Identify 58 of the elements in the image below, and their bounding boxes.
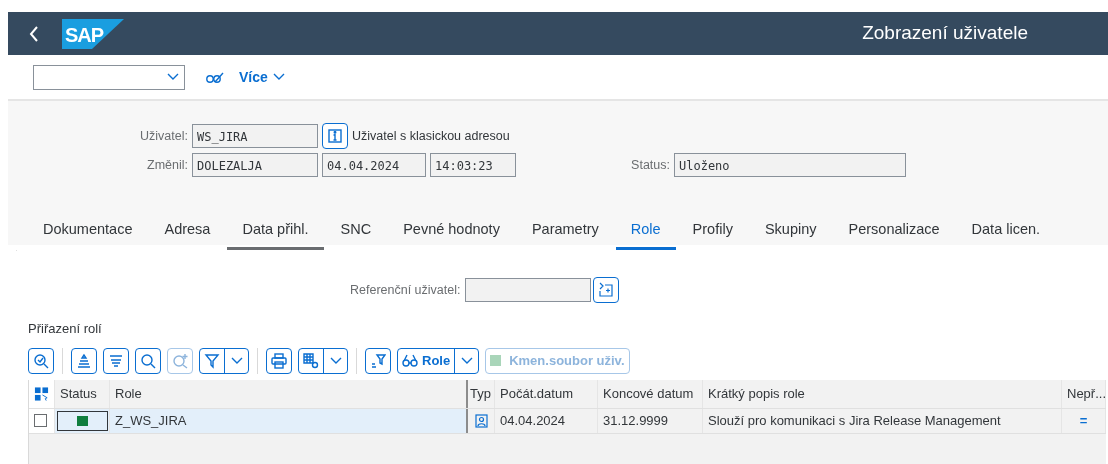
field-label: Změnil: [146, 156, 188, 174]
details-icon [33, 352, 49, 369]
sort-descending-button[interactable] [103, 347, 129, 374]
search-button[interactable] [135, 347, 161, 374]
chevron-down-icon [328, 355, 343, 366]
info-button[interactable] [322, 123, 348, 149]
tab[interactable]: SNC [325, 217, 387, 250]
date-field: 04.04.2024 [322, 153, 426, 177]
chevron-down-icon [459, 355, 474, 366]
print-button[interactable] [266, 347, 292, 374]
status-field: Uloženo [674, 153, 906, 177]
column-header[interactable]: Typ [468, 379, 495, 408]
sort-ascending-icon [76, 352, 92, 369]
search-icon [140, 352, 156, 369]
row-checkbox[interactable] [34, 414, 47, 427]
filter-settings-icon [370, 352, 386, 369]
tab[interactable]: Data licen. [956, 217, 1056, 250]
add-icon [598, 282, 615, 298]
select-layout-icon[interactable] [34, 385, 49, 402]
chevron-down-icon [166, 72, 180, 82]
back-icon [28, 24, 40, 43]
info-icon [328, 129, 342, 143]
user-field: WS_JIRA [192, 124, 318, 148]
details-button[interactable] [28, 347, 54, 374]
logo-icon: SAP [62, 18, 124, 49]
filter-icon [204, 352, 220, 369]
page-title: Zobrazení uživatele [862, 21, 1028, 46]
chevron-down-icon [271, 72, 286, 82]
back-button[interactable] [28, 24, 40, 43]
add-button[interactable] [593, 277, 620, 303]
user-icon [474, 413, 488, 428]
reference-user-field[interactable] [465, 278, 592, 302]
tab[interactable]: Parametry [516, 217, 614, 250]
table-row[interactable]: Z_WS_JIRA 04.04.2024 31.12.9999 Slouží pro komunikaci s Jira Release Management = [29, 408, 1106, 434]
search-next-icon [172, 352, 188, 369]
field-label: Referenční uživatel: [350, 281, 461, 299]
field-label: Uživatel: [139, 127, 188, 145]
tab[interactable]: Pevné hodnoty [388, 217, 515, 250]
tab[interactable]: Personalizace [833, 217, 955, 250]
section-title: Přiřazení rolí [28, 320, 103, 338]
sort-descending-icon [108, 352, 124, 369]
layout-settings-icon [303, 352, 319, 369]
print-icon [271, 352, 287, 369]
field-label: Status: [630, 156, 670, 174]
tab[interactable]: Profily [677, 217, 748, 250]
changed-by-field: DOLEZALJA [192, 153, 318, 177]
tab[interactable]: Skupiny [749, 217, 832, 250]
filter-settings-button[interactable] [365, 347, 391, 374]
tab[interactable]: Dokumentace [28, 217, 148, 250]
sort-ascending-button[interactable] [71, 347, 97, 374]
chevron-down-icon [229, 355, 244, 366]
table-cell: Z_WS_JIRA [110, 408, 468, 433]
more-menu-button[interactable]: Více [239, 66, 286, 88]
glasses-icon [402, 352, 418, 369]
info-text: Uživatel s klasickou adresou [352, 127, 510, 145]
time-field: 14:03:23 [430, 153, 516, 177]
dropdown-field[interactable] [33, 64, 185, 90]
tab[interactable]: Adresa [149, 217, 226, 250]
